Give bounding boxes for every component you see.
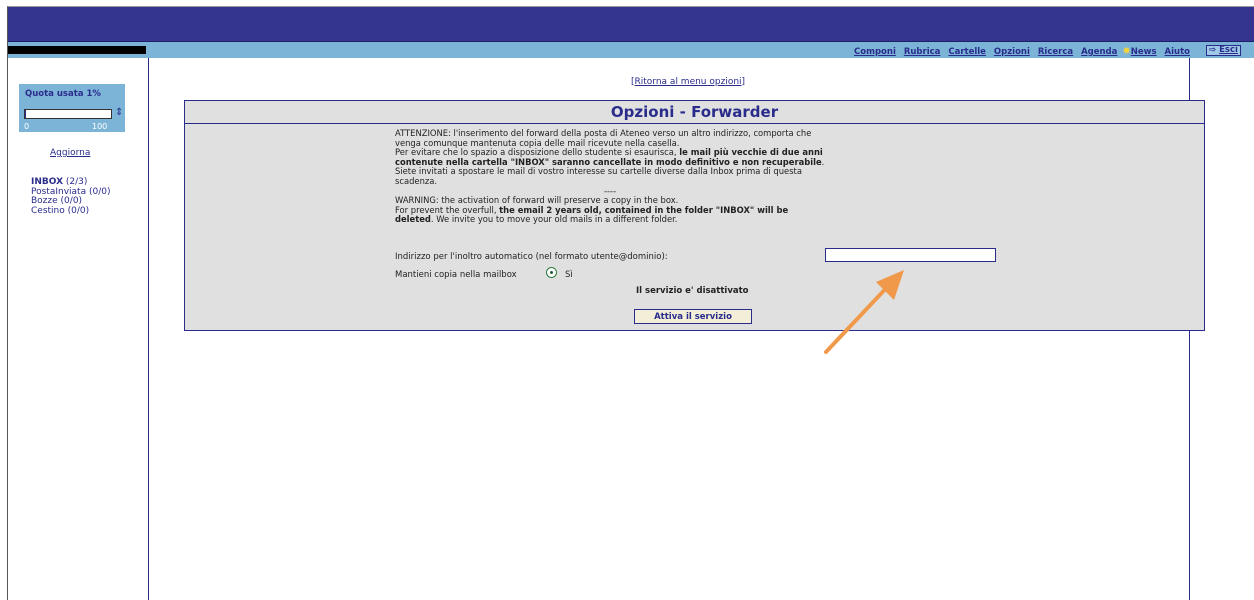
nav-link-ricerca[interactable]: Ricerca bbox=[1038, 47, 1073, 57]
folder-count: (0/0) bbox=[88, 186, 111, 197]
keep-copy-label: Mantieni copia nella mailbox bbox=[395, 270, 517, 280]
quota-progress-fill bbox=[25, 110, 26, 118]
forward-address-input[interactable] bbox=[825, 248, 996, 262]
panel-header: Opzioni - Forwarder bbox=[185, 101, 1204, 124]
nav-link-cartelle[interactable]: Cartelle bbox=[948, 47, 986, 57]
nav-link-rubrica[interactable]: Rubrica bbox=[904, 47, 941, 57]
quota-box: Quota usata 1% ⇕ 0 100 bbox=[19, 84, 125, 132]
folder-name: INBOX bbox=[31, 177, 64, 187]
warning-it-p2: Per evitare che lo spazio a disposizione… bbox=[395, 147, 825, 186]
news-star-icon: ✸ bbox=[1122, 46, 1131, 57]
forward-address-label: Indirizzo per l'inoltro automatico (nel … bbox=[395, 252, 668, 262]
sidebar-divider bbox=[148, 58, 149, 600]
page-title: Opzioni - Forwarder bbox=[610, 103, 779, 121]
keep-copy-radio[interactable] bbox=[546, 267, 557, 278]
folder-list: INBOX (2/3) PostaInviata (0/0) Bozze (0/… bbox=[31, 177, 111, 217]
forwarder-panel: Opzioni - Forwarder ATTENZIONE: l'inseri… bbox=[184, 100, 1205, 331]
nav-link-opzioni[interactable]: Opzioni bbox=[994, 47, 1030, 57]
keep-copy-option-label: Sì bbox=[565, 270, 573, 280]
folder-count: (2/3) bbox=[65, 177, 88, 187]
refresh-link[interactable]: Aggiorna bbox=[50, 148, 90, 158]
folder-name: PostaInviata bbox=[31, 186, 87, 197]
quota-max-label: 100 bbox=[92, 122, 108, 131]
logout-label: Esci bbox=[1219, 45, 1238, 55]
top-nav-links: Componi Rubrica Cartelle Opzioni Ricerca… bbox=[849, 46, 1190, 57]
annotation-arrow-icon bbox=[824, 270, 904, 354]
warning-en-p2: For prevent the overfull, the email 2 ye… bbox=[395, 204, 825, 225]
folder-name: Cestino bbox=[31, 205, 65, 216]
quota-label: Quota usata 1% bbox=[25, 89, 101, 99]
header-banner bbox=[8, 7, 1254, 42]
logout-icon: ⇨ bbox=[1209, 45, 1217, 55]
quota-min-label: 0 bbox=[24, 122, 30, 131]
nav-link-agenda[interactable]: Agenda bbox=[1081, 47, 1117, 57]
activate-service-button[interactable]: Attiva il servizio bbox=[634, 309, 752, 324]
folder-count: (0/0) bbox=[67, 205, 90, 216]
folder-item-cestino[interactable]: Cestino (0/0) bbox=[31, 205, 110, 217]
nav-link-componi[interactable]: Componi bbox=[854, 47, 896, 57]
quota-scroll-icon[interactable]: ⇕ bbox=[115, 107, 123, 118]
folder-name: Bozze bbox=[31, 196, 58, 206]
warning-it-p1: ATTENZIONE: l'inserimento del forward de… bbox=[395, 128, 812, 148]
redacted-user-bar bbox=[8, 46, 146, 54]
quota-progress-bar bbox=[24, 109, 112, 119]
warning-it-p2-start: Per evitare che lo spazio a disposizione… bbox=[395, 147, 680, 158]
back-to-options: [Ritorna al menu opzioni] bbox=[631, 77, 746, 87]
warning-text: ATTENZIONE: l'inserimento del forward de… bbox=[395, 128, 825, 225]
warning-en-p2-start: For prevent the overfull, bbox=[395, 204, 500, 215]
nav-link-news[interactable]: News bbox=[1131, 47, 1157, 57]
service-status: Il servizio e' disattivato bbox=[636, 286, 749, 296]
nav-link-aiuto[interactable]: Aiuto bbox=[1165, 47, 1190, 57]
folder-count: (0/0) bbox=[60, 196, 83, 206]
logout-button[interactable]: ⇨ Esci bbox=[1206, 45, 1241, 56]
back-to-options-link[interactable]: Ritorna al menu opzioni bbox=[635, 77, 742, 87]
warning-en-p2-end: . We invite you to move your old mails i… bbox=[430, 214, 678, 225]
